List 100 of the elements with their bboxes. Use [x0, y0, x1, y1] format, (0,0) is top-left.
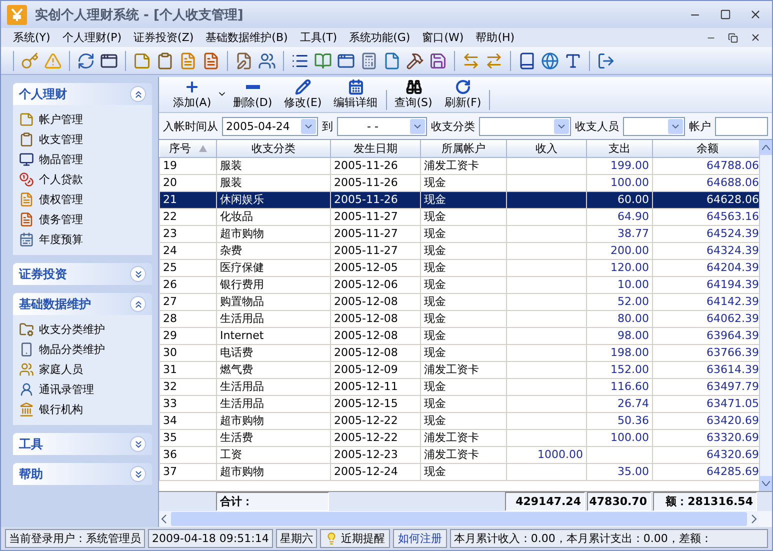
table-row[interactable]: 29 Internet 2005-12-08 现金 98.00 63964.39 [160, 327, 759, 344]
table-row[interactable]: 19 服装 2005-11-26 浦发工资卡 199.00 64788.06 [160, 157, 759, 174]
horizontal-scrollbar[interactable] [159, 511, 759, 527]
menu-item[interactable]: 帮助(H) [470, 30, 521, 45]
column-header[interactable]: 序号 [160, 140, 216, 157]
sidebar-item[interactable]: 收支管理 [39, 132, 83, 146]
sidebar-item[interactable]: 债务管理 [39, 212, 83, 226]
sidebar-section-header[interactable]: 帮助 [13, 463, 152, 485]
menu-item[interactable]: 工具(T) [294, 30, 344, 45]
account-field[interactable] [715, 116, 768, 136]
window-icon[interactable] [100, 52, 118, 70]
refresh-icon[interactable] [77, 52, 95, 70]
menu-item[interactable]: 个人理财(P) [56, 30, 128, 45]
note-icon[interactable] [133, 52, 151, 70]
table-row[interactable]: 23 超市购物 2005-11-27 现金 38.77 64524.39 [160, 225, 759, 242]
toolbar-button[interactable]: 编辑详细 [328, 79, 384, 110]
people-icon[interactable] [258, 52, 276, 70]
key-icon[interactable] [21, 52, 39, 70]
reminder-button[interactable]: 近期提醒 [320, 529, 390, 548]
document-icon[interactable] [202, 52, 220, 70]
vertical-scrollbar[interactable] [759, 140, 772, 491]
menu-item[interactable]: 窗口(W) [416, 30, 470, 45]
table-row[interactable]: 31 燃气费 2005-12-09 浦发工资卡 152.00 63614.39 [160, 361, 759, 378]
sidebar-section-header[interactable]: 基础数据维护 [13, 293, 152, 315]
clipboard-icon[interactable] [156, 52, 174, 70]
sidebar-item[interactable]: 债权管理 [39, 192, 83, 206]
sidebar-item[interactable]: 物品管理 [39, 152, 83, 166]
hammer-icon[interactable] [406, 52, 424, 70]
column-header[interactable]: 收支分类 [216, 140, 330, 157]
document-icon[interactable] [383, 52, 401, 70]
category-combo[interactable] [479, 116, 571, 136]
window-icon[interactable] [337, 52, 355, 70]
menu-item[interactable]: 基础数据维护(B) [200, 30, 294, 45]
arrows-icon[interactable] [485, 52, 503, 70]
sidebar-item[interactable]: 收支分类维护 [39, 322, 105, 336]
column-header[interactable]: 发生日期 [330, 140, 420, 157]
toolbar-button[interactable]: 添加(A) [167, 79, 218, 110]
arrows-icon[interactable] [462, 52, 480, 70]
date-combo[interactable]: - - [337, 116, 427, 136]
person-combo[interactable] [623, 116, 685, 136]
sidebar-item[interactable]: 年度预算 [39, 232, 83, 246]
sidebar-item[interactable]: 家庭人员 [39, 362, 83, 376]
collapse-icon[interactable] [130, 86, 146, 102]
column-header[interactable]: 支出 [586, 140, 652, 157]
scroll-up-icon[interactable] [762, 145, 770, 150]
exit-icon[interactable] [597, 52, 615, 70]
table-row[interactable]: 27 购置物品 2005-12-08 现金 52.00 64142.39 [160, 293, 759, 310]
calculator-icon[interactable] [360, 52, 378, 70]
table-row[interactable]: 22 化妆品 2005-11-27 现金 64.90 64563.16 [160, 208, 759, 225]
table-row[interactable]: 35 生活费 2005-12-22 浦发工资卡 100.00 63320.69 [160, 429, 759, 446]
table-row[interactable]: 25 医疗保健 2005-12-05 现金 120.00 64204.39 [160, 259, 759, 276]
toolbar-button[interactable]: 删除(D) [227, 79, 278, 110]
font-icon[interactable] [564, 52, 582, 70]
menu-item[interactable]: 证券投资(Z) [128, 30, 200, 45]
table-row[interactable]: 28 生活用品 2005-12-08 现金 80.00 64062.39 [160, 310, 759, 327]
table-row[interactable]: 32 生活用品 2005-12-11 现金 116.60 63497.79 [160, 378, 759, 395]
toolbar-button[interactable]: 修改(E) [278, 79, 328, 110]
table-row[interactable]: 26 银行费用 2005-12-06 现金 10.00 64194.39 [160, 276, 759, 293]
sidebar-item[interactable]: 帐户管理 [39, 112, 83, 126]
date-combo[interactable]: 2005-04-24 [222, 116, 318, 136]
scroll-down-icon[interactable] [762, 481, 770, 486]
scroll-left-icon[interactable] [159, 514, 169, 524]
edit-document-icon[interactable] [235, 52, 253, 70]
toolbar-button[interactable]: 查询(S) [388, 79, 438, 110]
table-row[interactable]: 37 超市购物 2005-12-24 现金 35.00 64285.69 [160, 463, 759, 480]
column-header[interactable]: 所属帐户 [420, 140, 506, 157]
toolbar-button[interactable]: 刷新(F) [438, 79, 488, 110]
expand-icon[interactable] [130, 266, 146, 282]
book-icon[interactable] [518, 52, 536, 70]
collapse-icon[interactable] [130, 296, 146, 312]
table-row[interactable]: 20 服装 2005-11-26 现金 100.00 64688.06 [160, 174, 759, 191]
column-header[interactable]: 收入 [506, 140, 586, 157]
menu-item[interactable]: 系统(Y) [7, 30, 56, 45]
sidebar-item[interactable]: 通讯录管理 [39, 382, 94, 396]
sidebar-section-header[interactable]: 个人理财 [13, 83, 152, 105]
table-cell: 31 [160, 361, 216, 378]
book-icon[interactable] [314, 52, 332, 70]
table-row[interactable]: 36 工资 2005-12-23 浦发工资卡 1000.00 64320.69 [160, 446, 759, 463]
field-label: 帐户 [689, 118, 711, 134]
register-link[interactable]: 如何注册 [392, 529, 447, 548]
expand-icon[interactable] [130, 436, 146, 452]
sidebar-section-header[interactable]: 工具 [13, 433, 152, 455]
field-label: 收支分类 [431, 118, 475, 134]
globe-icon[interactable] [541, 52, 559, 70]
table-row[interactable]: 24 杂费 2005-11-27 现金 200.00 64324.39 [160, 242, 759, 259]
save-icon[interactable] [429, 52, 447, 70]
scroll-right-icon[interactable] [749, 514, 759, 524]
sidebar-item[interactable]: 个人贷款 [39, 172, 83, 186]
sidebar-item[interactable]: 银行机构 [39, 402, 83, 416]
column-header[interactable]: 余额 [652, 140, 759, 157]
table-cell: 化妆品 [216, 208, 330, 225]
table-row[interactable]: 21 休闲娱乐 2005-11-26 现金 60.00 64628.06 [160, 191, 759, 208]
expand-icon[interactable] [130, 466, 146, 482]
document-icon[interactable] [179, 52, 197, 70]
sidebar-section-header[interactable]: 证券投资 [13, 263, 152, 285]
table-row[interactable]: 33 生活用品 2005-12-15 现金 26.74 63471.05 [160, 395, 759, 412]
menu-item[interactable]: 系统功能(G) [343, 30, 416, 45]
table-row[interactable]: 34 超市购物 2005-12-22 现金 50.36 63420.69 [160, 412, 759, 429]
sidebar-item[interactable]: 物品分类维护 [39, 342, 105, 356]
table-row[interactable]: 30 电话费 2005-12-08 现金 198.00 63766.39 [160, 344, 759, 361]
